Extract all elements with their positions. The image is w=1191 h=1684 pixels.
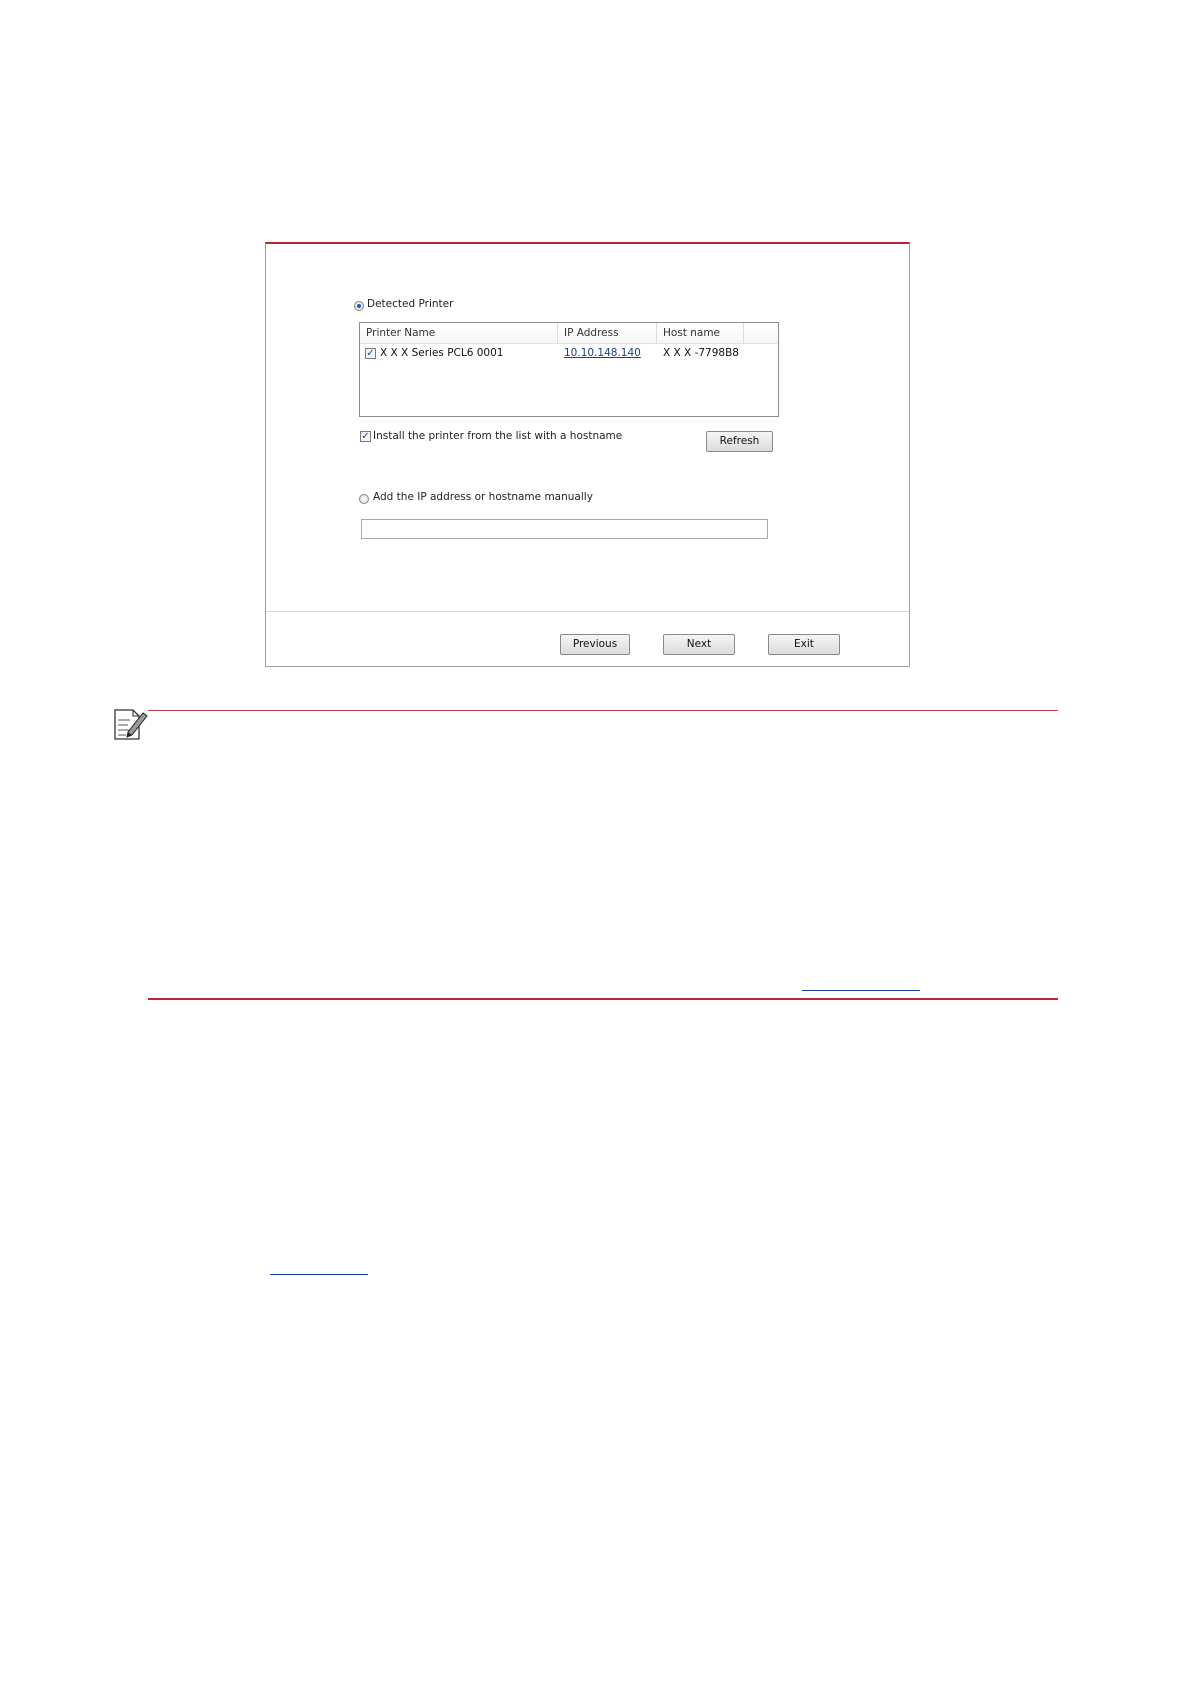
note-bottom-rule [148,998,1058,1000]
column-header-spacer [744,323,778,344]
manual-address-radio[interactable] [359,494,369,504]
note-link-underline[interactable] [802,990,920,991]
refresh-button[interactable]: Refresh [706,431,773,452]
row-printer-name: X X X Series PCL6 0001 [380,347,504,359]
printer-list-table: Printer Name IP Address Host name ✓ X X … [359,322,779,417]
previous-button[interactable]: Previous [560,634,630,655]
install-hostname-label: Install the printer from the list with a… [373,430,623,442]
row-checkbox[interactable]: ✓ [365,348,376,359]
manual-address-label: Add the IP address or hostname manually [373,491,593,503]
column-header-host-name[interactable]: Host name [657,323,744,344]
installer-dialog: Detected Printer Printer Name IP Address… [265,242,910,667]
page-link-underline[interactable] [270,1274,368,1275]
detected-printer-label: Detected Printer [367,298,454,310]
row-host-name: X X X -7798B8 [663,347,739,359]
exit-button[interactable]: Exit [768,634,840,655]
note-top-rule [148,710,1058,711]
row-ip-address[interactable]: 10.10.148.140 [564,347,641,359]
detected-printer-radio[interactable] [354,301,364,311]
install-hostname-checkbox[interactable]: ✓ [360,431,371,442]
column-header-ip-address[interactable]: IP Address [558,323,657,344]
note-pencil-icon [114,709,148,740]
next-button[interactable]: Next [663,634,735,655]
manual-address-input[interactable] [361,519,768,539]
footer-divider [266,611,909,612]
column-header-printer-name[interactable]: Printer Name [360,323,558,344]
